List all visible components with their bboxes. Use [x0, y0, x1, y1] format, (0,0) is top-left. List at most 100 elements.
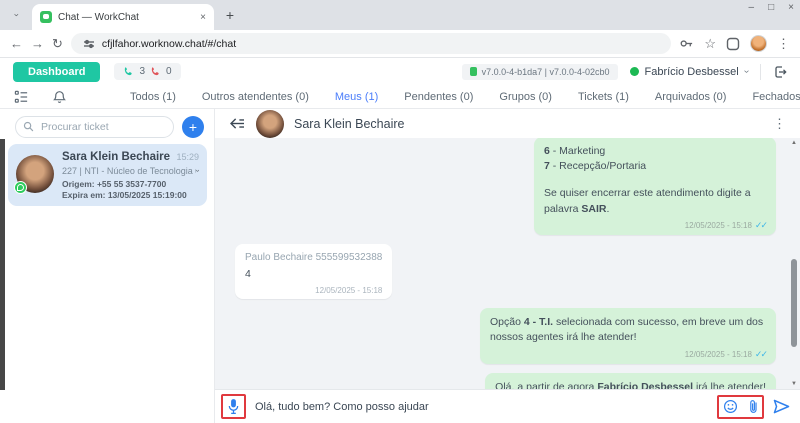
whatsapp-badge-icon [14, 181, 27, 194]
message-line: Opção 4 - T.I. selecionada com sucesso, … [490, 315, 766, 345]
chat-panel: Sara Klein Bechaire ⋮ 6 - Marketing7 - R… [215, 109, 800, 423]
version-status-icon [470, 67, 477, 76]
tab-meus[interactable]: Meus (1) [335, 87, 378, 107]
message-list: 6 - Marketing7 - Recepção/Portaria Se qui… [215, 138, 800, 389]
tab-fechados[interactable]: Fechados (2) [752, 87, 800, 107]
read-check-icon: ✓✓ [755, 349, 766, 359]
user-menu[interactable]: Fabrício Desbessel › [630, 66, 749, 78]
sort-list-icon[interactable] [14, 90, 29, 104]
forward-icon[interactable]: → [31, 36, 44, 51]
phone-icon [123, 66, 134, 77]
app-header: Dashboard 3 0 v7.0.0-4-b1da7 | v7.0.0-4-… [0, 58, 800, 85]
message-composer [215, 389, 800, 423]
messages-scrollbar[interactable]: ▲ ▼ [789, 138, 799, 389]
sidebar-scrollbar[interactable] [0, 139, 5, 390]
emoji-attach-annotation-box [717, 395, 764, 419]
message-sender: Paulo Bechaire 555599532388 [245, 251, 382, 266]
logout-icon[interactable] [773, 65, 787, 79]
bookmark-star-icon[interactable]: ☆ [704, 36, 716, 52]
chat-contact-avatar [256, 110, 284, 138]
scroll-up-icon[interactable]: ▲ [791, 138, 797, 148]
read-check-icon: ✓✓ [755, 220, 766, 230]
attach-file-button[interactable] [749, 399, 758, 415]
tab-grupos[interactable]: Grupos (0) [499, 87, 552, 107]
browser-tab[interactable]: Chat — WorkChat × [32, 4, 214, 30]
message-bubble: 6 - Marketing7 - Recepção/Portaria Se qui… [534, 138, 776, 235]
message-line [544, 174, 766, 186]
password-key-icon[interactable] [679, 36, 694, 51]
message-line: Se quiser encerrar este atendimento digi… [544, 186, 766, 216]
calls-counter-chip[interactable]: 3 0 [114, 63, 180, 80]
header-divider [760, 64, 761, 80]
emoji-picker-button[interactable] [723, 399, 738, 414]
scrollbar-thumb[interactable] [791, 259, 797, 347]
version-text: v7.0.0-4-b1da7 | v7.0.0-4-02cb0 [482, 67, 610, 77]
browser-profile-avatar[interactable] [750, 35, 767, 52]
message-bubble: Opção 4 - T.I. selecionada com sucesso, … [480, 308, 776, 363]
microphone-button[interactable] [227, 398, 240, 415]
search-icon [23, 121, 34, 132]
add-ticket-button[interactable]: + [182, 116, 204, 138]
chevron-down-icon: › [741, 70, 752, 73]
ticket-expand-chevron-icon[interactable]: › [192, 169, 199, 172]
ticket-avatar [16, 155, 54, 193]
browser-menu-icon[interactable]: ⋮ [777, 36, 790, 52]
url-bar[interactable]: cfjlfahor.worknow.chat/#/chat [71, 33, 671, 54]
ticket-contact-name: Sara Klein Bechaire [62, 151, 176, 163]
user-name: Fabrício Desbessel [645, 66, 739, 78]
tab-outros-atendentes[interactable]: Outros atendentes (0) [202, 87, 309, 107]
mic-annotation-box [221, 394, 246, 419]
side-panel-icon[interactable] [726, 37, 740, 51]
close-window-icon[interactable]: × [788, 2, 794, 13]
message-line: 4 [245, 267, 382, 282]
ticket-origin: Origem: +55 55 3537-7700 [62, 179, 199, 189]
browser-toolbar: ← → ↻ cfjlfahor.worknow.chat/#/chat ☆ ⋮ [0, 30, 800, 58]
ticket-department: 227 | NTI - Núcleo de Tecnologia da Info… [62, 166, 196, 176]
ticket-search-input[interactable] [15, 116, 174, 138]
scroll-down-icon[interactable]: ▼ [791, 379, 797, 389]
ticket-expiration: Expira em: 13/05/2025 15:19:00 [62, 190, 199, 200]
message-line: 7 - Recepção/Portaria [544, 159, 766, 174]
browser-tabstrip: › Chat — WorkChat × + – □ × [0, 0, 800, 30]
ticket-time: 15:29 [176, 152, 199, 162]
tab-search-chevron-icon[interactable]: › [6, 2, 28, 28]
message-bubble: Paulo Bechaire 5555995323884 12/05/2025 -… [235, 244, 392, 299]
tickets-tabs-row: Todos (1) Outros atendentes (0) Meus (1) Pe… [0, 85, 800, 109]
back-icon[interactable]: ← [10, 36, 23, 51]
return-ticket-icon[interactable] [229, 117, 246, 130]
dashboard-button[interactable]: Dashboard [13, 62, 100, 82]
tab-arquivados[interactable]: Arquivados (0) [655, 87, 727, 107]
chat-header: Sara Klein Bechaire ⋮ [215, 109, 800, 138]
maximize-window-icon[interactable]: □ [768, 2, 774, 13]
version-chip: v7.0.0-4-b1da7 | v7.0.0-4-02cb0 [462, 64, 618, 80]
message-timestamp: 12/05/2025 - 15:18✓✓ [544, 219, 766, 232]
chat-options-menu-icon[interactable]: ⋮ [773, 116, 786, 132]
message-line: 6 - Marketing [544, 144, 766, 159]
close-tab-icon[interactable]: × [200, 12, 206, 23]
site-settings-icon[interactable] [83, 38, 95, 50]
tab-tickets[interactable]: Tickets (1) [578, 87, 629, 107]
browser-tab-title: Chat — WorkChat [58, 12, 194, 23]
send-message-button[interactable] [773, 399, 790, 414]
url-text: cfjlfahor.worknow.chat/#/chat [102, 38, 236, 50]
calls-missed-count: 0 [166, 66, 172, 77]
calls-in-count: 3 [139, 66, 145, 77]
tabs-container: Todos (1) Outros atendentes (0) Meus (1) Pe… [130, 87, 800, 107]
new-tab-button[interactable]: + [218, 3, 242, 27]
chat-contact-name: Sara Klein Bechaire [294, 117, 404, 131]
tickets-sidebar: + Sara Klein Bechaire 15:29 227 | NTI - … [0, 109, 215, 423]
message-input[interactable] [255, 401, 708, 413]
message-bubble: Olá, a partir de agora Fabrício Desbesse… [485, 373, 776, 389]
tab-todos[interactable]: Todos (1) [130, 87, 176, 107]
missed-call-icon [150, 66, 161, 77]
message-line: Olá, a partir de agora Fabrício Desbesse… [495, 380, 766, 389]
reload-icon[interactable]: ↻ [52, 36, 63, 52]
online-status-dot [630, 67, 639, 76]
message-timestamp: 12/05/2025 - 15:18✓✓ [490, 348, 766, 361]
message-timestamp: 12/05/2025 - 15:18 [245, 285, 382, 297]
workchat-favicon-icon [40, 11, 52, 23]
notifications-bell-icon[interactable] [53, 90, 66, 104]
ticket-list-item[interactable]: Sara Klein Bechaire 15:29 227 | NTI - Nú… [8, 144, 207, 206]
tab-pendentes[interactable]: Pendentes (0) [404, 87, 473, 107]
minimize-window-icon[interactable]: – [749, 2, 755, 13]
